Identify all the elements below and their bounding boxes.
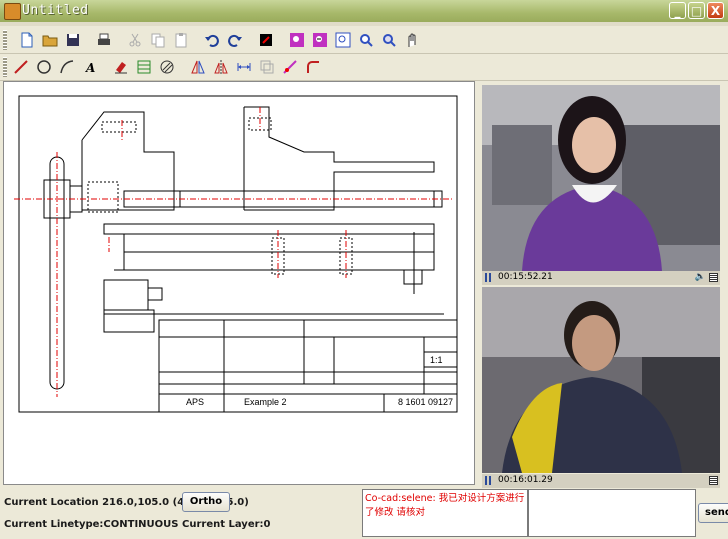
video-controls-1: 00:15:52.21 🔈 bbox=[482, 271, 720, 285]
ortho-button[interactable]: Ortho bbox=[182, 492, 230, 512]
new-file-icon[interactable] bbox=[17, 30, 37, 50]
copy-icon[interactable] bbox=[148, 30, 168, 50]
paste-icon[interactable] bbox=[171, 30, 191, 50]
mirror-icon[interactable] bbox=[188, 57, 208, 77]
zoom-out-icon[interactable] bbox=[310, 30, 330, 50]
java-app-icon bbox=[4, 3, 21, 20]
chat-input[interactable] bbox=[528, 489, 696, 537]
pan-icon[interactable] bbox=[402, 30, 422, 50]
window-title: Untitled bbox=[22, 3, 89, 18]
title-block-name: Example 2 bbox=[244, 397, 287, 407]
layer-icon[interactable] bbox=[134, 57, 154, 77]
circle-icon[interactable] bbox=[34, 57, 54, 77]
fillet-icon[interactable] bbox=[303, 57, 323, 77]
arc-icon[interactable] bbox=[57, 57, 77, 77]
pause-icon[interactable] bbox=[485, 476, 491, 485]
trim-icon[interactable] bbox=[280, 57, 300, 77]
open-folder-icon[interactable] bbox=[40, 30, 60, 50]
menu-bar bbox=[0, 22, 728, 26]
video-time: 00:15:52.21 bbox=[498, 272, 553, 282]
redo-icon[interactable] bbox=[225, 30, 245, 50]
offset-icon[interactable] bbox=[257, 57, 277, 77]
video-time: 00:16:01.29 bbox=[498, 475, 553, 485]
send-button[interactable]: send bbox=[698, 503, 728, 523]
line-icon[interactable] bbox=[11, 57, 31, 77]
cut-icon[interactable] bbox=[125, 30, 145, 50]
erase-icon[interactable] bbox=[111, 57, 131, 77]
video-feed-1 bbox=[482, 85, 720, 271]
speaker-icon[interactable]: 🔈 bbox=[695, 272, 706, 282]
close-button[interactable]: X bbox=[707, 2, 724, 19]
zoom-all-icon[interactable] bbox=[356, 30, 376, 50]
mirror-v-icon[interactable] bbox=[211, 57, 231, 77]
zoom-extent-icon[interactable] bbox=[379, 30, 399, 50]
toolbar-grip[interactable] bbox=[3, 57, 7, 77]
zoom-in-icon[interactable] bbox=[287, 30, 307, 50]
current-layer: Current Layer:0 bbox=[182, 519, 271, 530]
svg-text:A: A bbox=[85, 61, 95, 75]
title-block-number: 8 1601 09127 bbox=[398, 397, 453, 407]
undo-icon[interactable] bbox=[202, 30, 222, 50]
title-bar: Untitled _ □ X bbox=[0, 0, 728, 22]
save-icon[interactable] bbox=[63, 30, 83, 50]
toolbar-grip[interactable] bbox=[3, 30, 7, 50]
hatch-icon[interactable] bbox=[157, 57, 177, 77]
minimize-button[interactable]: _ bbox=[669, 2, 686, 19]
drawing-canvas[interactable]: APS Example 2 8 1601 09127 1:1 bbox=[3, 81, 475, 485]
pause-icon[interactable] bbox=[485, 273, 491, 282]
print-icon[interactable] bbox=[94, 30, 114, 50]
title-block-company: APS bbox=[186, 397, 204, 407]
draw-toolbar: A bbox=[0, 54, 728, 81]
text-icon[interactable]: A bbox=[80, 57, 100, 77]
video-feed-2 bbox=[482, 287, 720, 473]
cad-drawing: APS Example 2 8 1601 09127 1:1 bbox=[14, 95, 458, 413]
color-icon[interactable] bbox=[256, 30, 276, 50]
title-block-scale: 1:1 bbox=[430, 355, 443, 365]
film-icon[interactable] bbox=[709, 273, 718, 282]
main-toolbar bbox=[0, 27, 728, 54]
maximize-button[interactable]: □ bbox=[688, 2, 705, 19]
chat-message: Co-cad:selene: 我已对设计方案进行了修改 请核对 bbox=[365, 493, 525, 518]
film-icon[interactable] bbox=[709, 476, 718, 485]
video-controls-2: 00:16:01.29 bbox=[482, 474, 720, 488]
zoom-window-icon[interactable] bbox=[333, 30, 353, 50]
chat-log: Co-cad:selene: 我已对设计方案进行了修改 请核对 bbox=[362, 489, 528, 537]
current-linetype: Current Linetype:CONTINUOUS bbox=[4, 519, 179, 530]
dimension-icon[interactable] bbox=[234, 57, 254, 77]
